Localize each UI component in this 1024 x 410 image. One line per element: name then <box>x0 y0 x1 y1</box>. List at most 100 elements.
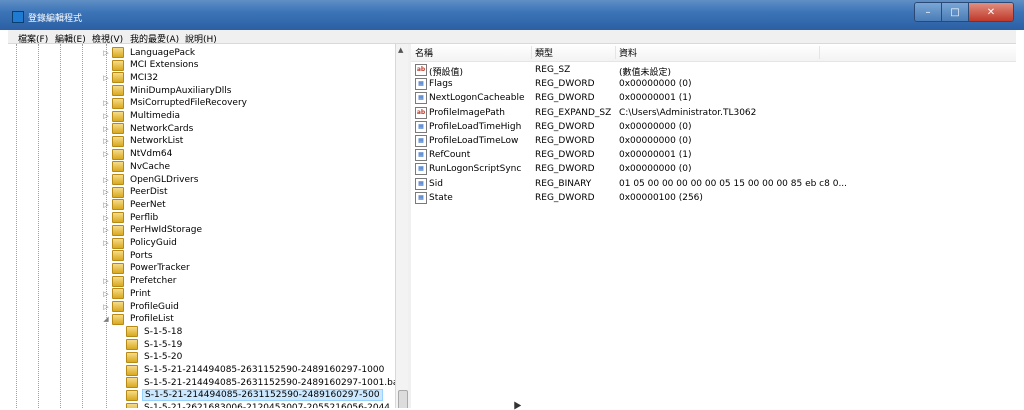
tree-item[interactable]: ▷ ProfileGuid <box>102 300 181 313</box>
tree-item[interactable]: ▷ PolicyGuid <box>102 237 179 250</box>
tree-item[interactable]: S-1-5-21-214494085-2631152590-2489160297… <box>116 389 383 402</box>
expand-arrow-icon[interactable]: ▷ <box>102 99 110 107</box>
value-data: 0x00000100 (256) <box>619 192 703 203</box>
value-name: State <box>429 192 453 203</box>
folder-icon <box>112 262 124 274</box>
folder-icon <box>112 275 124 287</box>
folder-icon <box>112 224 124 236</box>
folder-icon <box>112 174 124 185</box>
folder-icon <box>112 110 124 122</box>
value-row[interactable]: ▦ State REG_DWORD 0x00000100 (256) <box>411 191 1016 205</box>
expand-arrow-icon[interactable]: ▷ <box>102 277 110 285</box>
tree-item[interactable]: ▷ Perflib <box>102 211 160 224</box>
tree-item[interactable]: ▷ OpenGLDrivers <box>102 173 200 186</box>
binary-value-icon: ▦ <box>415 149 427 162</box>
tree-item[interactable]: ▷ MsiCorruptedFileRecovery <box>102 97 249 110</box>
tree-item[interactable]: NvCache <box>102 160 172 173</box>
close-button[interactable]: ✕ <box>969 3 1013 21</box>
value-row[interactable]: ▦ Sid REG_BINARY 01 05 00 00 00 00 00 05 15… <box>411 177 1016 191</box>
expand-arrow-icon[interactable]: ▷ <box>102 188 110 196</box>
value-row[interactable]: ▦ NextLogonCacheable REG_DWORD 0x00000001 (… <box>411 91 1016 105</box>
collapse-arrow-icon[interactable]: ◢ <box>102 315 110 323</box>
minimize-button[interactable]: – <box>915 3 942 21</box>
folder-icon <box>112 123 124 135</box>
window-controls: – □ ✕ <box>914 2 1014 22</box>
folder-icon <box>112 161 124 173</box>
expand-arrow-icon[interactable]: ▷ <box>102 125 110 133</box>
expand-arrow-icon[interactable]: ▷ <box>102 201 110 209</box>
tree-item[interactable]: ▷ NetworkList <box>102 135 185 148</box>
tree-item[interactable]: MCI Extensions <box>102 59 200 72</box>
tree-item[interactable]: S-1-5-21-214494085-2631152590-2489160297… <box>116 364 386 377</box>
tree-item[interactable]: S-1-5-21-2621683006-2120453007-205521605… <box>116 402 392 408</box>
value-data: 0x00000001 (1) <box>619 93 692 104</box>
tree-item-label: Print <box>130 288 151 299</box>
tree-item[interactable]: S-1-5-18 <box>116 325 184 338</box>
tree-scrollbar[interactable]: ▲ <box>395 44 408 408</box>
value-type: REG_DWORD <box>535 93 595 104</box>
value-row[interactable]: ▦ Flags REG_DWORD 0x00000000 (0) <box>411 77 1016 91</box>
expand-arrow-icon[interactable]: ▷ <box>102 239 110 247</box>
value-row[interactable]: ab (預設值) REG_SZ (數值未設定) <box>411 63 1016 78</box>
expand-arrow-icon[interactable]: ▷ <box>102 74 110 82</box>
tree-item[interactable]: ◢ ProfileList <box>102 313 176 326</box>
tree-item[interactable]: ▷ Print <box>102 287 153 300</box>
tree-item-label: S-1-5-19 <box>144 339 183 350</box>
scroll-up-icon[interactable]: ▲ <box>398 46 403 54</box>
tree-item[interactable]: ▷ LanguagePack <box>102 46 197 59</box>
tree-item-label: Prefetcher <box>130 276 177 287</box>
value-type: REG_SZ <box>535 65 571 75</box>
tree-item[interactable]: ▷ Multimedia <box>102 110 182 123</box>
expand-arrow-icon[interactable]: ▷ <box>102 303 110 311</box>
tree-item-label: PolicyGuid <box>130 238 177 248</box>
tree-item[interactable]: S-1-5-20 <box>116 351 184 364</box>
value-data: 0x00000000 (0) <box>619 136 692 146</box>
values-pane[interactable]: 名稱 類型 資料 ab (預設值) REG_SZ (數值未設定) ▦ Flags REG_D… <box>411 44 1016 408</box>
tree-item[interactable]: ▷ NetworkCards <box>102 122 195 135</box>
main-frame: ▷ LanguagePack MCI Extensions ▷ MCI32 MiniDum… <box>8 44 1016 408</box>
value-row[interactable]: ▦ ProfileLoadTimeHigh REG_DWORD 0x00000000 … <box>411 120 1016 134</box>
value-name: ProfileLoadTimeLow <box>429 136 519 146</box>
tree-item[interactable]: ▷ NtVdm64 <box>102 148 174 161</box>
expand-arrow-icon[interactable]: ▷ <box>102 176 110 184</box>
tree-pane[interactable]: ▷ LanguagePack MCI Extensions ▷ MCI32 MiniDum… <box>8 44 408 408</box>
column-header-data[interactable]: 資料 <box>615 46 820 59</box>
folder-icon <box>112 72 124 84</box>
tree-item[interactable]: MiniDumpAuxiliaryDlls <box>102 84 233 97</box>
tree-item[interactable]: ▷ PerHwIdStorage <box>102 224 204 237</box>
value-row[interactable]: ▦ RefCount REG_DWORD 0x00000001 (1) <box>411 148 1016 162</box>
expand-arrow-icon[interactable]: ▷ <box>102 49 110 57</box>
expand-arrow-icon[interactable]: ▷ <box>102 290 110 298</box>
folder-icon <box>112 47 124 58</box>
folder-icon <box>126 377 138 389</box>
expand-arrow-icon[interactable]: ▷ <box>102 214 110 222</box>
expand-arrow-icon[interactable]: ▷ <box>102 226 110 234</box>
column-header-name[interactable]: 名稱 <box>411 46 532 59</box>
column-header-type[interactable]: 類型 <box>531 46 616 59</box>
tree-item-label: MsiCorruptedFileRecovery <box>130 98 247 109</box>
value-type: REG_EXPAND_SZ <box>535 107 612 118</box>
tree-item[interactable]: S-1-5-21-214494085-2631152590-2489160297… <box>116 376 406 389</box>
tree-item[interactable]: Ports <box>102 249 155 262</box>
tree-item[interactable]: ▷ MCI32 <box>102 71 160 84</box>
tree-item[interactable]: ▷ Prefetcher <box>102 275 178 288</box>
expand-arrow-icon[interactable]: ▷ <box>102 137 110 145</box>
value-row[interactable]: ▦ RunLogonScriptSync REG_DWORD 0x00000000 (… <box>411 162 1016 176</box>
expand-arrow-icon[interactable]: ▷ <box>102 112 110 120</box>
tree-item[interactable]: PowerTracker <box>102 262 192 275</box>
tree-item-label: NvCache <box>130 161 171 172</box>
value-row[interactable]: ab ProfileImagePath REG_EXPAND_SZ C:\Users\… <box>411 106 1016 120</box>
value-data: 01 05 00 00 00 00 00 05 15 00 00 00 85 e… <box>619 178 848 189</box>
scroll-thumb[interactable] <box>398 390 408 408</box>
folder-icon <box>126 389 138 401</box>
folder-icon <box>112 148 124 160</box>
expand-arrow-icon[interactable]: ▷ <box>102 150 110 158</box>
value-row[interactable]: ▦ ProfileLoadTimeLow REG_DWORD 0x00000000 (… <box>411 134 1016 148</box>
value-type: REG_DWORD <box>535 192 595 203</box>
maximize-button[interactable]: □ <box>942 3 969 21</box>
tree-item[interactable]: ▷ PeerNet <box>102 198 168 211</box>
tree-item[interactable]: ▷ PeerDist <box>102 186 170 199</box>
tree-item-label: ProfileGuid <box>130 301 179 312</box>
folder-icon <box>112 313 124 325</box>
tree-item[interactable]: S-1-5-19 <box>116 338 184 351</box>
